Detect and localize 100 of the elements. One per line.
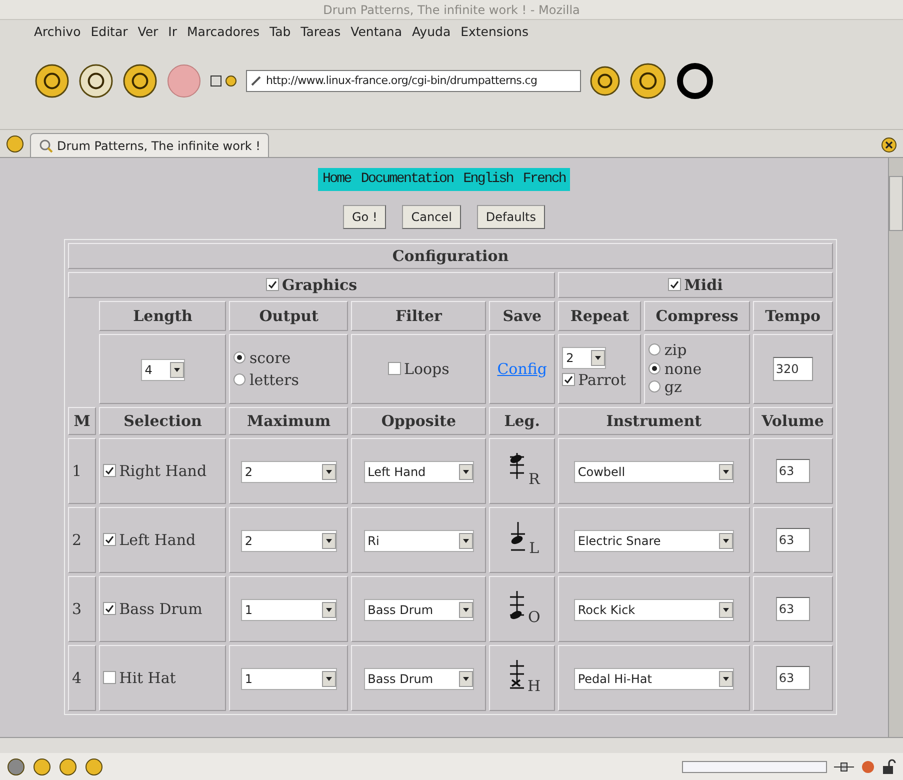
menu-item[interactable]: Tareas xyxy=(300,23,341,42)
caret-icon xyxy=(458,532,473,548)
legend-letter: H xyxy=(528,676,541,698)
section-label: Graphics xyxy=(282,276,358,294)
legend-letter: L xyxy=(529,538,540,560)
caret-icon xyxy=(718,670,733,686)
column-header: Output xyxy=(259,306,318,325)
column-header: Leg. xyxy=(504,412,540,430)
checkbox[interactable] xyxy=(103,532,116,546)
checkbox[interactable] xyxy=(103,602,116,615)
section-label: Midi xyxy=(684,276,723,294)
vertical-scrollbar[interactable] xyxy=(888,158,903,737)
row-number: 3 xyxy=(72,600,82,618)
radio-button[interactable] xyxy=(648,342,662,356)
caret-icon xyxy=(591,350,606,366)
menu-item[interactable]: Marcadores xyxy=(187,23,260,42)
radio-button[interactable] xyxy=(233,373,246,386)
form-button[interactable]: Go ! xyxy=(342,205,386,229)
option-label: Loops xyxy=(404,360,450,378)
radio-button[interactable] xyxy=(648,380,662,394)
dropdown[interactable]: 2 xyxy=(562,347,606,370)
volume-field[interactable]: 63 xyxy=(776,459,810,483)
dropdown[interactable]: 4 xyxy=(140,358,185,380)
tab[interactable]: Drum Patterns, The infinite work ! xyxy=(30,133,270,157)
nav-link[interactable]: English xyxy=(463,169,513,190)
column-header: Filter xyxy=(395,306,442,325)
caret-icon xyxy=(322,532,336,548)
menu-item[interactable]: Ventana xyxy=(350,23,402,42)
dropdown[interactable]: Electric Snare xyxy=(574,530,734,552)
checkbox[interactable] xyxy=(103,670,116,684)
row-number: 4 xyxy=(72,668,82,687)
option-label: letters xyxy=(249,371,299,389)
caret-icon xyxy=(322,602,336,618)
instrument-label: Right Hand xyxy=(119,462,207,480)
dropdown[interactable]: 1 xyxy=(240,668,337,690)
volume-field[interactable]: 63 xyxy=(776,666,810,690)
menu-item[interactable]: Archivo xyxy=(34,23,81,42)
throbber-icon xyxy=(675,61,715,101)
caret-icon xyxy=(718,464,733,480)
column-header: Volume xyxy=(762,412,824,430)
column-header: Compress xyxy=(656,306,738,325)
caret-icon xyxy=(718,602,733,618)
dropdown[interactable]: 1 xyxy=(240,598,337,620)
caret-icon xyxy=(458,602,473,618)
dropdown[interactable]: Ri xyxy=(364,530,474,552)
dropdown[interactable]: Left Hand xyxy=(364,460,474,482)
volume-field[interactable]: 63 xyxy=(776,528,810,552)
caret-icon xyxy=(458,670,473,686)
column-header: M xyxy=(74,412,90,430)
caret-icon xyxy=(322,670,336,686)
checkbox[interactable] xyxy=(562,373,576,386)
dropdown[interactable]: Bass Drum xyxy=(364,598,474,620)
instrument-label: Hit Hat xyxy=(119,668,176,687)
form-button[interactable]: Defaults xyxy=(476,205,546,229)
dropdown[interactable]: Rock Kick xyxy=(574,598,734,620)
dropdown[interactable]: 2 xyxy=(240,530,337,552)
tempo-field[interactable]: 320 xyxy=(772,357,813,381)
caret-icon xyxy=(718,532,733,548)
menu-item[interactable]: Tab xyxy=(270,23,291,42)
menu-item[interactable]: Ver xyxy=(138,23,158,42)
option-label: gz xyxy=(664,378,682,396)
caret-icon xyxy=(170,362,184,378)
row-number: 2 xyxy=(72,530,82,549)
close-icon[interactable] xyxy=(881,137,897,153)
column-header: Tempo xyxy=(765,306,820,325)
checkbox[interactable] xyxy=(103,464,116,477)
option-label: zip xyxy=(664,340,687,359)
checkbox[interactable] xyxy=(668,278,682,291)
table-title: Configuration xyxy=(392,246,509,265)
menu-item[interactable]: Ayuda xyxy=(412,23,451,42)
menu-item[interactable]: Extensions xyxy=(460,23,528,42)
instrument-label: Left Hand xyxy=(119,530,196,549)
menu-item[interactable]: Ir xyxy=(168,23,177,42)
option-label: score xyxy=(249,348,291,366)
column-header: Save xyxy=(502,306,542,325)
checkbox[interactable] xyxy=(266,278,279,291)
address-field[interactable]: http://www.linux-france.org/cgi-bin/drumpatterns.cg xyxy=(246,70,581,92)
dropdown[interactable]: Cowbell xyxy=(574,460,734,482)
dropdown[interactable]: Bass Drum xyxy=(364,668,474,690)
row-number: 1 xyxy=(72,462,82,480)
radio-button[interactable] xyxy=(648,362,662,375)
window-title: Drum Patterns, The infinite work ! - Mozilla xyxy=(0,0,903,20)
nav-link[interactable]: French xyxy=(522,169,566,190)
form-button[interactable]: Cancel xyxy=(402,205,461,229)
menu-item[interactable]: Editar xyxy=(90,23,128,42)
instrument-label: Bass Drum xyxy=(119,600,202,618)
option-label: none xyxy=(664,360,702,378)
volume-field[interactable]: 63 xyxy=(776,597,810,621)
caret-icon xyxy=(458,464,473,480)
caret-icon xyxy=(322,464,336,480)
option-label: Parrot xyxy=(578,371,626,390)
connection-icon xyxy=(833,760,855,774)
nav-link[interactable]: Documentation xyxy=(360,169,454,190)
dropdown[interactable]: 2 xyxy=(240,460,337,482)
legend-letter: O xyxy=(528,607,540,628)
dropdown[interactable]: Pedal Hi-Hat xyxy=(574,668,734,690)
nav-link[interactable]: Home xyxy=(322,169,351,190)
column-header: Selection xyxy=(124,412,202,430)
checkbox[interactable] xyxy=(388,362,402,375)
radio-button[interactable] xyxy=(233,350,246,364)
